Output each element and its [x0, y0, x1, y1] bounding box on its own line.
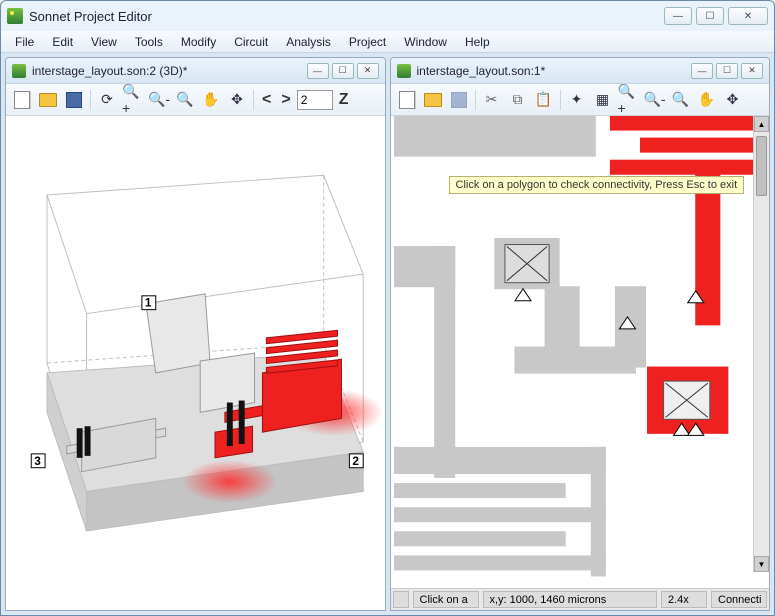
- port-3-label: 3: [34, 454, 41, 468]
- menubar: File Edit View Tools Modify Circuit Anal…: [1, 31, 774, 53]
- new-poly-button[interactable]: ✦: [565, 88, 589, 112]
- main-minimize-button[interactable]: —: [664, 7, 692, 25]
- zoom-fit-button[interactable]: 🔍: [669, 88, 693, 112]
- main-close-button[interactable]: ✕: [728, 7, 768, 25]
- menu-file[interactable]: File: [7, 33, 42, 51]
- open-file-button[interactable]: [36, 88, 60, 112]
- menu-help[interactable]: Help: [457, 33, 498, 51]
- refresh-button[interactable]: ⟳: [95, 88, 119, 112]
- status-hint: Click on a: [413, 591, 479, 608]
- right-statusbar: Click on a x,y: 1000, 1460 microns 2.4x …: [391, 588, 770, 610]
- move-button[interactable]: ✥: [721, 88, 745, 112]
- zoom-in-button[interactable]: 🔍+: [617, 88, 641, 112]
- save-file-button[interactable]: [62, 88, 86, 112]
- status-mode: Connecti: [711, 591, 767, 608]
- doc-icon: [12, 64, 26, 78]
- scroll-track[interactable]: [754, 198, 769, 556]
- vertical-scrollbar[interactable]: ▲ ▼: [753, 116, 769, 572]
- toolbar-separator: [560, 90, 561, 110]
- left-minimize-button[interactable]: —: [307, 63, 329, 79]
- left-child-window: interstage_layout.son:2 (3D)* — ☐ ✕ ⟳ 🔍+…: [5, 57, 386, 611]
- prev-layer-button[interactable]: <: [258, 91, 275, 109]
- main-window: Sonnet Project Editor — ☐ ✕ File Edit Vi…: [0, 0, 775, 616]
- save-file-button[interactable]: [447, 88, 471, 112]
- scroll-up-icon[interactable]: ▲: [754, 116, 769, 132]
- left-maximize-button[interactable]: ☐: [332, 63, 354, 79]
- right-toolbar: ✂ ⧉ 📋 ✦ ▦ 🔍+ 🔍- 🔍 ✋ ✥: [391, 84, 770, 116]
- menu-project[interactable]: Project: [341, 33, 394, 51]
- zoom-out-button[interactable]: 🔍-: [643, 88, 667, 112]
- left-titlebar[interactable]: interstage_layout.son:2 (3D)* — ☐ ✕: [6, 58, 385, 84]
- new-file-button[interactable]: [10, 88, 34, 112]
- main-titlebar[interactable]: Sonnet Project Editor — ☐ ✕: [1, 1, 774, 31]
- status-zoom: 2.4x: [661, 591, 707, 608]
- right-titlebar[interactable]: interstage_layout.son:1* — ☐ ✕: [391, 58, 770, 84]
- zoom-in-button[interactable]: 🔍+: [121, 88, 145, 112]
- app-icon: [7, 8, 23, 24]
- right-doc-title: interstage_layout.son:1*: [417, 64, 692, 78]
- left-3d-svg: 1 2 3: [6, 116, 385, 610]
- status-indicator-icon: [393, 591, 409, 608]
- left-canvas[interactable]: 1 2 3: [6, 116, 385, 610]
- toolbar-separator: [90, 90, 91, 110]
- paste-button[interactable]: 📋: [532, 88, 556, 112]
- next-layer-button[interactable]: >: [277, 91, 294, 109]
- zoom-fit-button[interactable]: 🔍: [173, 88, 197, 112]
- scroll-thumb[interactable]: [756, 136, 767, 196]
- port-1-label: 1: [145, 296, 152, 310]
- app-title: Sonnet Project Editor: [29, 9, 664, 24]
- move-button[interactable]: ✥: [225, 88, 249, 112]
- doc-icon: [397, 64, 411, 78]
- pan-button[interactable]: ✋: [199, 88, 223, 112]
- left-close-button[interactable]: ✕: [357, 63, 379, 79]
- cut-button[interactable]: ✂: [480, 88, 504, 112]
- layer-input[interactable]: [297, 90, 333, 110]
- status-coords: x,y: 1000, 1460 microns: [483, 591, 658, 608]
- zoom-out-button[interactable]: 🔍-: [147, 88, 171, 112]
- open-file-button[interactable]: [421, 88, 445, 112]
- menu-window[interactable]: Window: [396, 33, 455, 51]
- scroll-down-icon[interactable]: ▼: [754, 556, 769, 572]
- main-maximize-button[interactable]: ☐: [696, 7, 724, 25]
- connectivity-tooltip: Click on a polygon to check connectivity…: [449, 176, 745, 194]
- left-toolbar: ⟳ 🔍+ 🔍- 🔍 ✋ ✥ < > Z: [6, 84, 385, 116]
- menu-tools[interactable]: Tools: [127, 33, 171, 51]
- menu-modify[interactable]: Modify: [173, 33, 224, 51]
- menu-view[interactable]: View: [83, 33, 125, 51]
- layer-z-label: Z: [335, 91, 353, 109]
- box-button[interactable]: ▦: [591, 88, 615, 112]
- menu-analysis[interactable]: Analysis: [278, 33, 339, 51]
- port-2-label: 2: [352, 454, 359, 468]
- right-child-window: interstage_layout.son:1* — ☐ ✕ ✂ ⧉ 📋 ✦ ▦…: [390, 57, 771, 611]
- right-maximize-button[interactable]: ☐: [716, 63, 738, 79]
- menu-circuit[interactable]: Circuit: [226, 33, 276, 51]
- left-doc-title: interstage_layout.son:2 (3D)*: [32, 64, 307, 78]
- main-window-buttons: — ☐ ✕: [664, 7, 768, 25]
- new-file-button[interactable]: [395, 88, 419, 112]
- right-canvas[interactable]: Click on a polygon to check connectivity…: [391, 116, 770, 588]
- right-minimize-button[interactable]: —: [691, 63, 713, 79]
- right-close-button[interactable]: ✕: [741, 63, 763, 79]
- workspace: interstage_layout.son:2 (3D)* — ☐ ✕ ⟳ 🔍+…: [1, 53, 774, 615]
- copy-button[interactable]: ⧉: [506, 88, 530, 112]
- pan-button[interactable]: ✋: [695, 88, 719, 112]
- menu-edit[interactable]: Edit: [44, 33, 81, 51]
- toolbar-separator: [475, 90, 476, 110]
- toolbar-separator: [253, 90, 254, 110]
